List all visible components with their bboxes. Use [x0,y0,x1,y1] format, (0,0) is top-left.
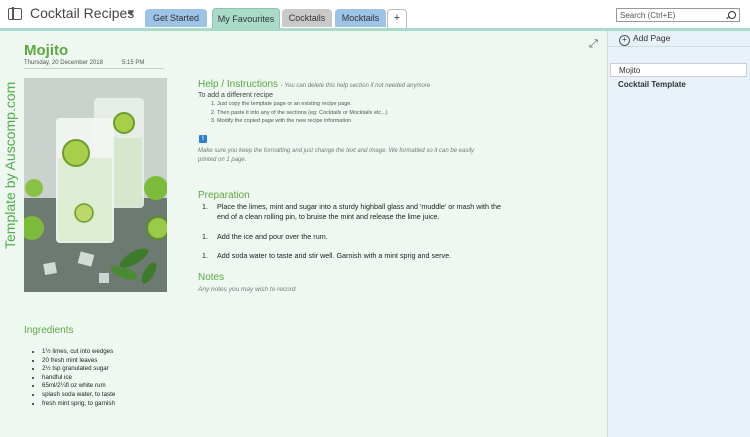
help-heading[interactable]: Help / Instructions - You can delete thi… [198,79,430,90]
help-step: Just copy the template page or an existi… [217,100,388,109]
help-info-text[interactable]: Make sure you keep the formatting and ju… [198,147,528,165]
notes-heading[interactable]: Notes [198,272,224,283]
tab-cocktails[interactable]: Cocktails [282,9,332,27]
title-bar: Cocktail Recipes ▼ Get Started My Favour… [0,0,750,29]
mojito-image [24,78,167,292]
preparation-heading[interactable]: Preparation [198,190,250,201]
help-subheading[interactable]: To add a different recipe [198,92,273,99]
expand-icon[interactable]: ⤢ [589,38,598,51]
search-input[interactable]: Search (Ctrl+E) [616,8,740,22]
chevron-down-icon[interactable]: ▼ [126,8,136,19]
panel-divider [608,46,750,47]
help-note: - You can delete this help section if no… [280,83,431,89]
ingredient-item: handful ice [42,374,115,383]
ingredient-item: 2½ tsp granulated sugar [42,365,115,374]
ingredients-list[interactable]: 1½ limes, cut into wedges 20 fresh mint … [30,348,115,408]
tab-my-favourites[interactable]: My Favourites [212,8,280,29]
page-canvas[interactable]: Template by Auscomp.com ⤢ Mojito Thursda… [0,31,607,437]
ingredient-item: 65ml/2¼fl oz white rum [42,382,115,391]
add-section-button[interactable]: + [387,9,407,28]
page-date: Thursday, 20 December 2018 [24,60,103,66]
mojito-photo[interactable] [24,78,167,292]
page-item-mojito[interactable]: Mojito [610,63,747,77]
ingredient-item: splash soda water, to taste [42,391,115,400]
ingredient-item: 1½ limes, cut into wedges [42,348,115,357]
notebook-title[interactable]: Cocktail Recipes [30,5,134,21]
ingredient-item: 20 fresh mint leaves [42,357,115,366]
add-page-button[interactable]: + Add Page [619,33,670,46]
page-list-panel: + Add Page Mojito Cocktail Template [607,31,750,437]
ingredient-item: fresh mint sprig, to garnish [42,400,115,409]
info-icon: ! [199,135,207,143]
search-icon[interactable] [728,11,736,19]
page-time: 5:15 PM [122,60,145,66]
page-title[interactable]: Mojito [24,42,68,59]
ingredients-heading[interactable]: Ingredients [24,325,73,336]
help-step: Modify the copied page with the new reci… [217,117,388,126]
help-step: Then paste it into any of the sections (… [217,109,388,118]
title-divider [24,68,164,69]
tab-mocktails[interactable]: Mocktails [335,9,386,27]
plus-icon: + [619,35,630,46]
notebook-icon[interactable] [8,7,22,20]
search-placeholder: Search (Ctrl+E) [620,11,676,20]
page-item-cocktail-template[interactable]: Cocktail Template [610,78,747,92]
tab-get-started[interactable]: Get Started [145,9,207,27]
notes-text[interactable]: Any notes you may wish to record [198,286,296,293]
help-steps[interactable]: Just copy the template page or an existi… [203,100,388,126]
